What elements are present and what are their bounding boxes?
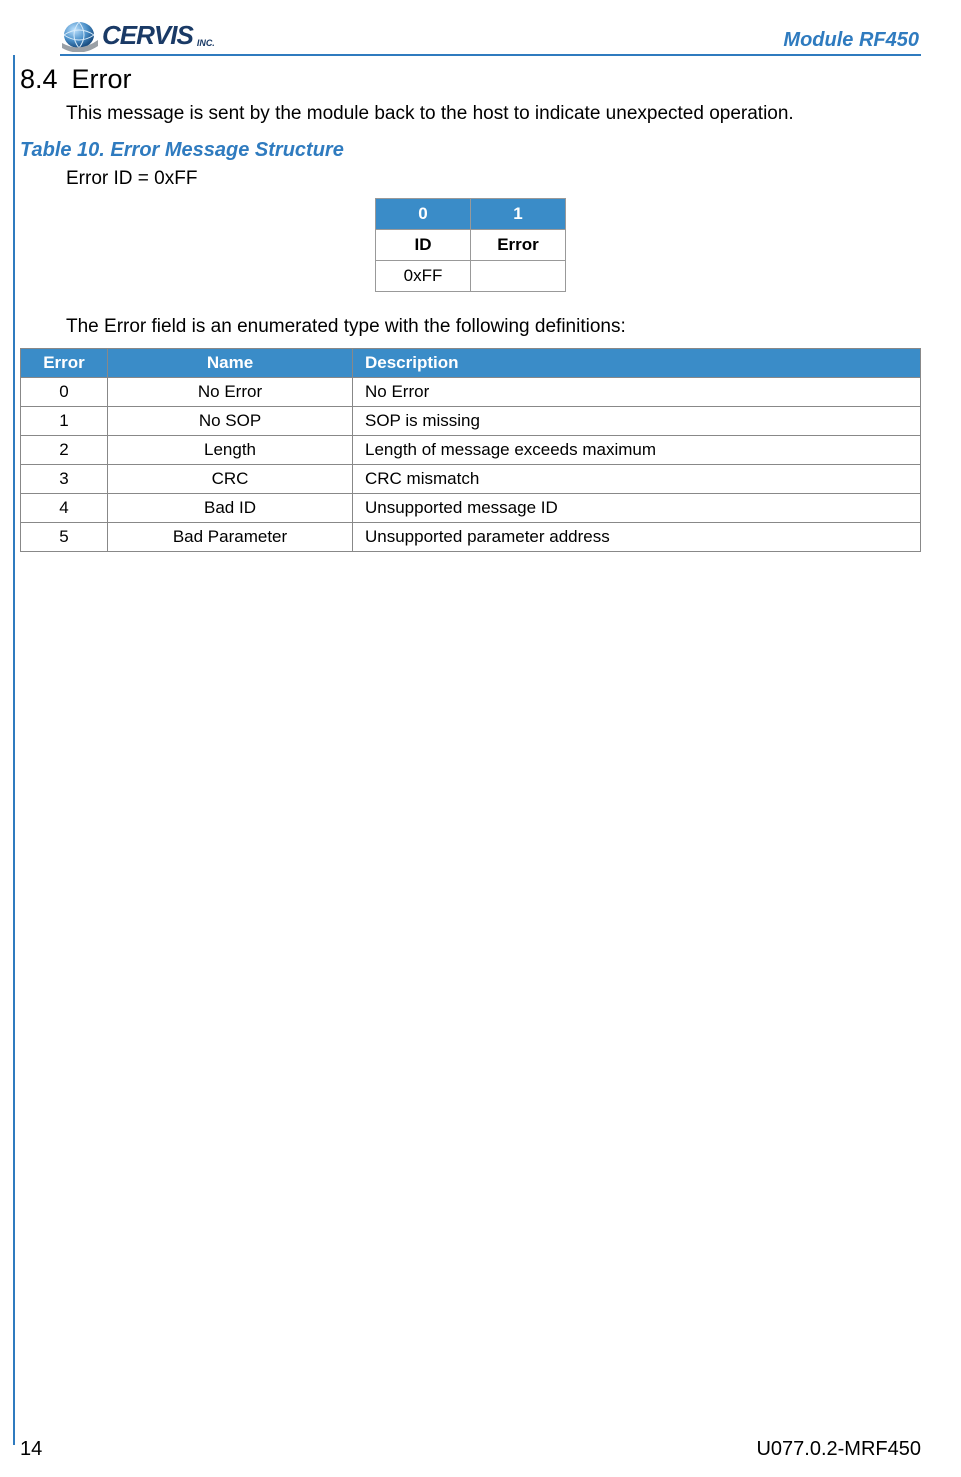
- enum-intro: The Error field is an enumerated type wi…: [66, 316, 921, 338]
- table-caption: Table 10. Error Message Structure: [20, 139, 921, 162]
- error-id-line: Error ID = 0xFF: [66, 168, 921, 190]
- struct-label-id: ID: [376, 230, 471, 261]
- section-intro: This message is sent by the module back …: [66, 103, 921, 125]
- struct-col-0: 0: [376, 199, 471, 230]
- page-content: 8.4 Error This message is sent by the mod…: [20, 64, 921, 552]
- brand-suffix: INC.: [197, 38, 215, 48]
- struct-col-1: 1: [471, 199, 566, 230]
- page-footer: 14 U077.0.2-MRF450: [20, 1438, 921, 1461]
- cell-error: 2: [21, 436, 108, 465]
- cell-description: SOP is missing: [353, 407, 921, 436]
- brand-logo: CERVIS INC.: [60, 18, 215, 52]
- cell-name: Bad ID: [108, 494, 353, 523]
- struct-label-error: Error: [471, 230, 566, 261]
- vertical-rule: [13, 55, 15, 1445]
- error-definitions-table: Error Name Description 0No ErrorNo Error…: [20, 348, 921, 552]
- cell-description: Unsupported parameter address: [353, 523, 921, 552]
- brand-name: CERVIS: [102, 20, 193, 51]
- page-number: 14: [20, 1438, 42, 1461]
- col-description: Description: [353, 349, 921, 378]
- globe-icon: [60, 18, 100, 52]
- section-heading: 8.4 Error: [20, 64, 921, 95]
- error-structure-table: 0 1 ID Error 0xFF: [375, 198, 566, 292]
- cell-description: Unsupported message ID: [353, 494, 921, 523]
- cell-description: Length of message exceeds maximum: [353, 436, 921, 465]
- header-rule: [60, 54, 921, 56]
- table-row: 0No ErrorNo Error: [21, 378, 921, 407]
- table-row: 3CRCCRC mismatch: [21, 465, 921, 494]
- cell-name: CRC: [108, 465, 353, 494]
- cell-name: Bad Parameter: [108, 523, 353, 552]
- cell-error: 3: [21, 465, 108, 494]
- table-row: 2LengthLength of message exceeds maximum: [21, 436, 921, 465]
- table-row: 1No SOPSOP is missing: [21, 407, 921, 436]
- section-title: Error: [72, 64, 132, 94]
- section-number: 8.4: [20, 64, 58, 94]
- struct-value-id: 0xFF: [376, 261, 471, 292]
- cell-description: No Error: [353, 378, 921, 407]
- cell-error: 0: [21, 378, 108, 407]
- cell-name: Length: [108, 436, 353, 465]
- cell-error: 5: [21, 523, 108, 552]
- document-title: Module RF450: [783, 29, 921, 52]
- cell-name: No SOP: [108, 407, 353, 436]
- col-error: Error: [21, 349, 108, 378]
- struct-value-error: [471, 261, 566, 292]
- page-header: CERVIS INC. Module RF450: [60, 10, 921, 52]
- cell-error: 4: [21, 494, 108, 523]
- table-row: 5Bad ParameterUnsupported parameter addr…: [21, 523, 921, 552]
- document-code: U077.0.2-MRF450: [756, 1438, 921, 1461]
- col-name: Name: [108, 349, 353, 378]
- table-row: 4Bad IDUnsupported message ID: [21, 494, 921, 523]
- cell-name: No Error: [108, 378, 353, 407]
- cell-description: CRC mismatch: [353, 465, 921, 494]
- cell-error: 1: [21, 407, 108, 436]
